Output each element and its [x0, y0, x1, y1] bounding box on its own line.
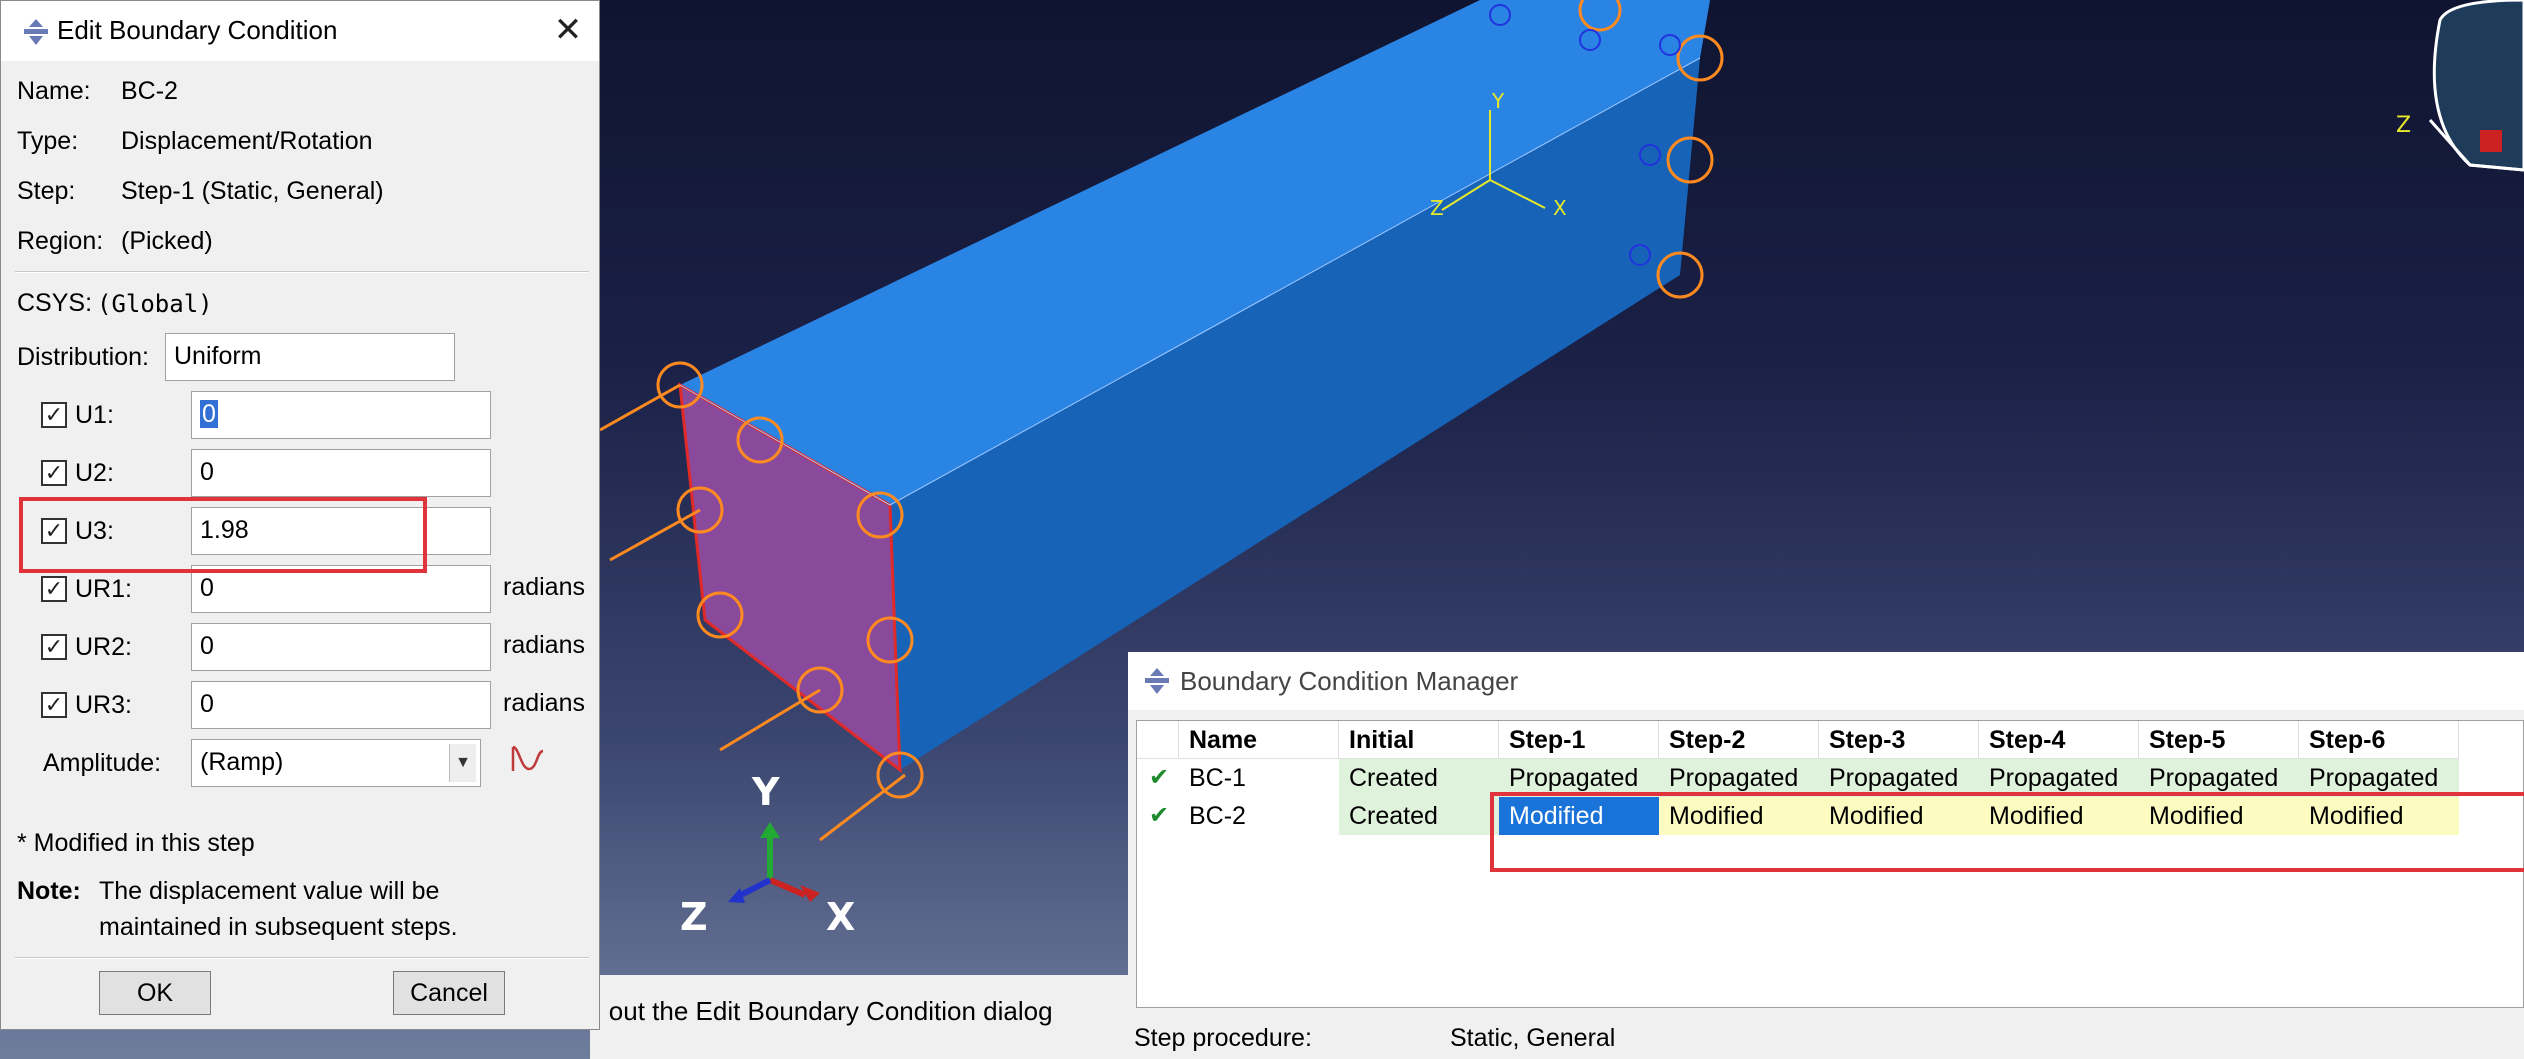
column-header[interactable]: Step-3: [1819, 721, 1979, 759]
dialog-title: Edit Boundary Condition: [57, 15, 338, 45]
global-triad: [728, 822, 820, 903]
table-cell-initial[interactable]: Created: [1339, 759, 1499, 797]
row-header-corner: [1137, 721, 1179, 759]
ok-button[interactable]: OK: [99, 971, 211, 1015]
global-triad-y: Y: [751, 770, 780, 814]
column-header[interactable]: Step-1: [1499, 721, 1659, 759]
modified-highlight-box: [1490, 792, 2524, 872]
check-icon[interactable]: ✔: [1145, 759, 1173, 797]
column-header[interactable]: Name: [1179, 721, 1339, 759]
model-triad-y: Y: [1491, 89, 1505, 113]
u1-checkbox[interactable]: ✓: [41, 402, 67, 428]
modified-note: * Modified in this step: [17, 829, 255, 857]
status-value: Static, General: [1450, 1024, 1616, 1052]
u2-input[interactable]: 0: [191, 449, 491, 497]
region-label: Region:: [17, 227, 104, 255]
column-header[interactable]: Step-6: [2299, 721, 2459, 759]
ur2-unit: radians: [503, 631, 585, 659]
amplitude-select[interactable]: (Ramp) ▼: [191, 739, 481, 787]
distribution-label: Distribution:: [17, 343, 149, 371]
region-value: (Picked): [121, 227, 213, 255]
ur2-checkbox[interactable]: ✓: [41, 634, 67, 660]
bc-manager-dialog: Boundary Condition Manager Name Initial …: [1128, 652, 2524, 1059]
u1-label: U1:: [75, 401, 114, 429]
manager-titlebar[interactable]: Boundary Condition Manager: [1128, 652, 2524, 710]
ur2-input[interactable]: 0: [191, 623, 491, 671]
divider: [15, 957, 589, 959]
table-cell-initial[interactable]: Created: [1339, 797, 1499, 835]
note-line-2: maintained in subsequent steps.: [99, 913, 458, 941]
step-value: Step-1 (Static, General): [121, 177, 384, 205]
amplitude-label: Amplitude:: [43, 749, 162, 777]
ur3-label: UR3:: [75, 691, 132, 719]
view-cube: [2428, 0, 2524, 172]
check-icon[interactable]: ✔: [1145, 797, 1173, 835]
global-triad-x: X: [826, 895, 855, 939]
note-line-1: The displacement value will be: [99, 877, 440, 905]
column-header[interactable]: Initial: [1339, 721, 1499, 759]
u2-checkbox[interactable]: ✓: [41, 460, 67, 486]
name-label: Name:: [17, 77, 91, 105]
edit-bc-dialog: Edit Boundary Condition ✕ Name: BC-2 Typ…: [0, 0, 600, 1030]
amplitude-value: (Ramp): [200, 748, 284, 776]
u1-input[interactable]: 0: [191, 391, 491, 439]
prompt-text: ll out the Edit Boundary Condition dialo…: [590, 996, 1053, 1026]
u3-highlight-box: [19, 497, 427, 573]
u2-label: U2:: [75, 459, 114, 487]
model-triad-x: X: [1553, 196, 1567, 220]
type-value: Displacement/Rotation: [121, 127, 373, 155]
step-label: Step:: [17, 177, 76, 205]
abaqus-app-icon: [24, 19, 48, 45]
cancel-button[interactable]: Cancel: [393, 971, 505, 1015]
abaqus-app-icon: [1145, 668, 1169, 694]
note-label: Note:: [17, 877, 81, 905]
table-cell-name[interactable]: BC-2: [1179, 797, 1339, 835]
type-label: Type:: [17, 127, 79, 155]
global-triad-z: Z: [680, 895, 708, 939]
ur3-input[interactable]: 0: [191, 681, 491, 729]
ur1-unit: radians: [503, 573, 585, 601]
column-header[interactable]: Step-2: [1659, 721, 1819, 759]
status-label: Step procedure:: [1134, 1024, 1312, 1052]
ur3-unit: radians: [503, 689, 585, 717]
close-icon[interactable]: ✕: [549, 9, 587, 51]
name-value: BC-2: [121, 77, 178, 105]
ur1-checkbox[interactable]: ✓: [41, 576, 67, 602]
chevron-down-icon[interactable]: ▼: [449, 744, 476, 782]
u1-value: 0: [200, 400, 218, 428]
ur1-label: UR1:: [75, 575, 132, 603]
amplitude-curve-icon[interactable]: [509, 741, 547, 777]
model-triad-z: Z: [1430, 196, 1444, 220]
ur2-label: UR2:: [75, 633, 132, 661]
divider: [15, 271, 589, 273]
ur3-checkbox[interactable]: ✓: [41, 692, 67, 718]
distribution-field[interactable]: Uniform: [165, 333, 455, 381]
csys-label: CSYS:: [17, 289, 93, 317]
table-cell-name[interactable]: BC-1: [1179, 759, 1339, 797]
view-cube-z: Z: [2396, 113, 2411, 138]
csys-value: (Global): [97, 290, 213, 318]
column-header[interactable]: Step-5: [2139, 721, 2299, 759]
manager-title: Boundary Condition Manager: [1180, 666, 1519, 696]
dialog-titlebar[interactable]: Edit Boundary Condition ✕: [1, 1, 599, 61]
column-header[interactable]: Step-4: [1979, 721, 2139, 759]
